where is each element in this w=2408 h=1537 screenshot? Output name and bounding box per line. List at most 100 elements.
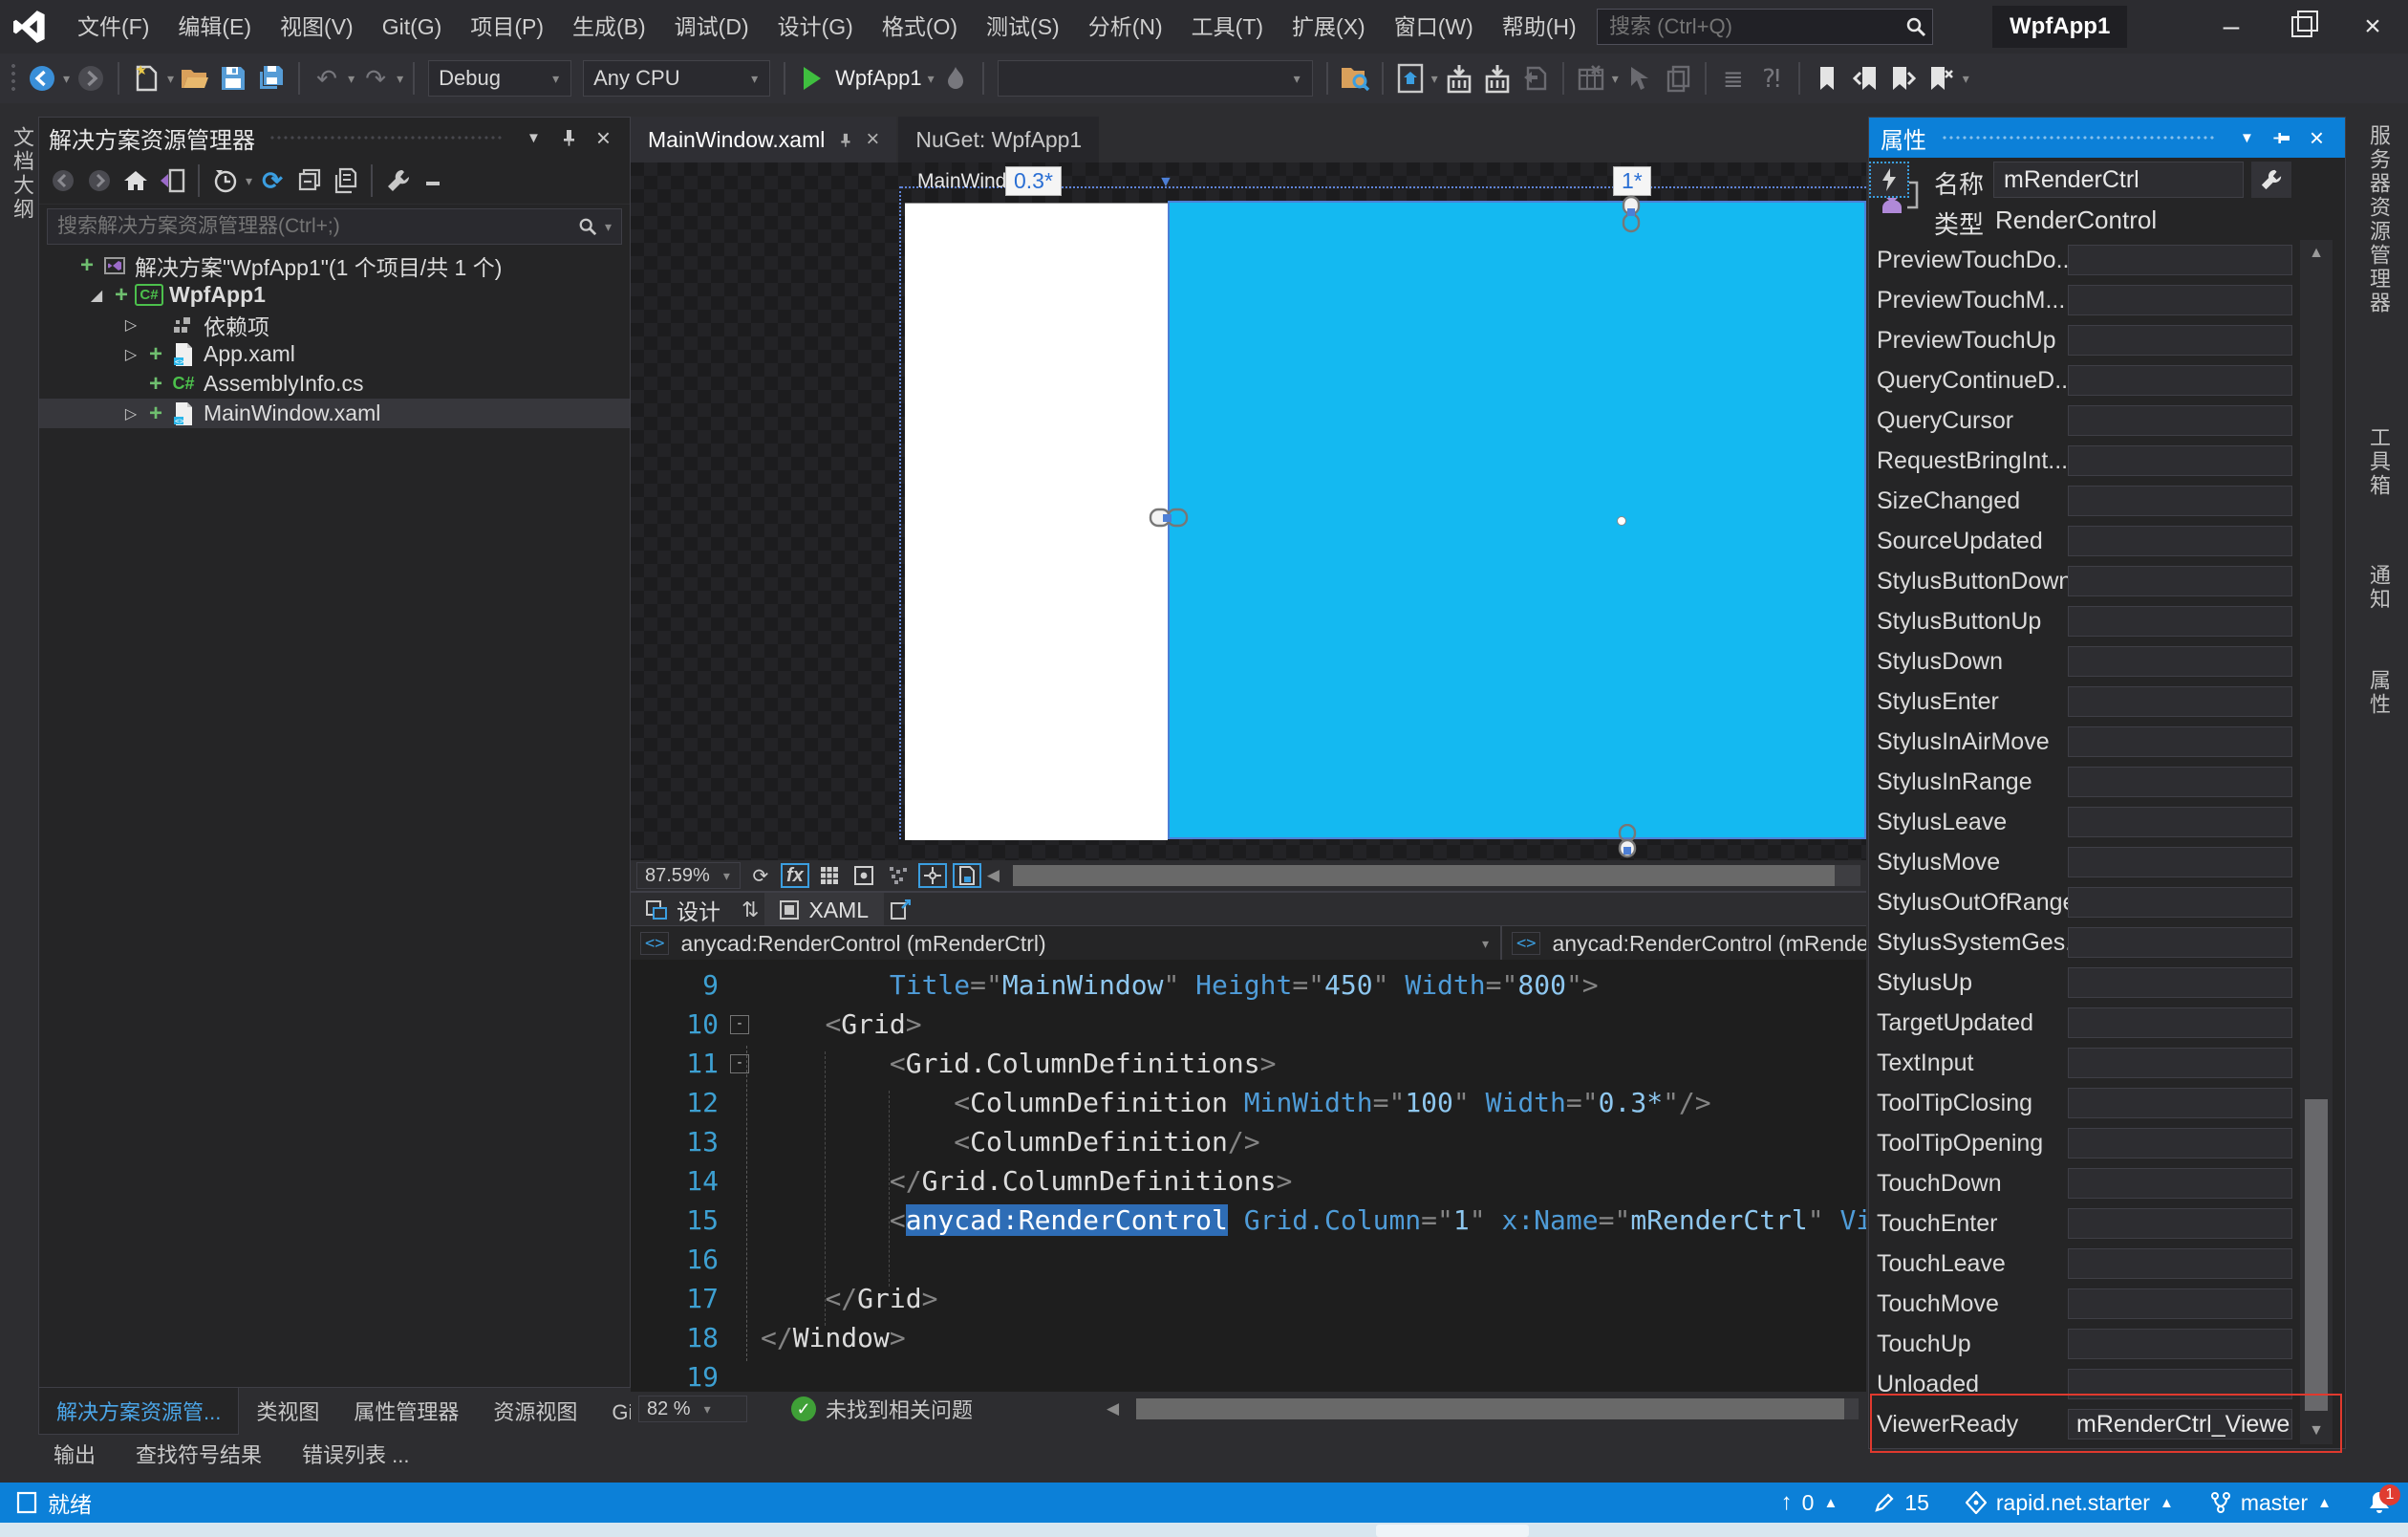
git-outgoing-commits[interactable]: ↑0▲ xyxy=(1781,1489,1838,1516)
element-name-input[interactable] xyxy=(1993,162,2244,198)
event-handler-input[interactable] xyxy=(2068,445,2292,476)
scrollbar-thumb[interactable] xyxy=(2305,1099,2328,1411)
column-anchor-chain-icon[interactable] xyxy=(1619,195,1644,237)
solution-platforms-combo[interactable]: Any CPU▾ xyxy=(583,60,770,97)
tree-item[interactable]: ▷+<>App.xaml xyxy=(39,339,630,369)
designer-zoom-combo[interactable]: 87.59%▾ xyxy=(636,862,741,889)
fold-marker[interactable]: - xyxy=(719,1044,761,1083)
code-line[interactable]: 18</Window> xyxy=(631,1318,1866,1357)
toggle-bookmark-icon[interactable] xyxy=(1810,59,1844,97)
solution-explorer-titlebar[interactable]: 解决方案资源管理器 ▼ × xyxy=(39,118,630,158)
event-handler-input[interactable] xyxy=(2068,1048,2292,1078)
git-pending-edits[interactable]: 15 xyxy=(1874,1490,1929,1516)
events-mode-bolt-icon[interactable] xyxy=(1869,162,1909,198)
startup-dropdown-icon[interactable]: ▾ xyxy=(928,71,935,87)
toolbar-grip[interactable] xyxy=(10,62,17,95)
snap-to-snaplines-icon[interactable] xyxy=(918,863,947,888)
navigate-forward-icon[interactable] xyxy=(74,59,108,97)
event-handler-input[interactable] xyxy=(2068,245,2292,275)
properties-titlebar[interactable]: 属性 ▼ × xyxy=(1869,118,2345,158)
event-handler-input[interactable] xyxy=(2068,1288,2292,1319)
column1-width-badge[interactable]: 1* xyxy=(1613,166,1651,196)
code-line[interactable]: 11- <Grid.ColumnDefinitions> xyxy=(631,1044,1866,1083)
tree-item[interactable]: ▷+<>MainWindow.xaml xyxy=(39,399,630,428)
menu-item[interactable]: 帮助(H) xyxy=(1488,0,1591,54)
tree-item[interactable]: ◢+C#WpfApp1 xyxy=(39,280,630,310)
search-icon[interactable] xyxy=(1896,16,1936,37)
previous-bookmark-icon[interactable] xyxy=(1848,59,1882,97)
export-settings-icon[interactable] xyxy=(1480,59,1515,97)
tab-design[interactable]: 设计 xyxy=(631,893,736,927)
menu-item[interactable]: 视图(V) xyxy=(266,0,368,54)
menu-item[interactable]: 分析(N) xyxy=(1074,0,1177,54)
pin-icon[interactable] xyxy=(2264,129,2300,146)
tab-xaml[interactable]: XAML xyxy=(764,893,884,927)
breadcrumb-left[interactable]: <> anycad:RenderControl (mRenderCtrl) ▾ xyxy=(631,926,1502,961)
menu-item[interactable]: 窗口(W) xyxy=(1380,0,1488,54)
tab-toolbox[interactable]: 工具箱 xyxy=(2363,426,2394,498)
quick-search-box[interactable] xyxy=(1597,9,1933,45)
scroll-left-icon[interactable]: ◀ xyxy=(1107,1399,1119,1418)
import-settings-icon[interactable] xyxy=(1442,59,1476,97)
code-line[interactable]: 16 xyxy=(631,1240,1866,1279)
refresh-icon[interactable]: ⟳ xyxy=(254,162,290,200)
scrollbar-thumb[interactable] xyxy=(1136,1398,1844,1419)
event-handler-input[interactable] xyxy=(2068,606,2292,637)
scroll-up-icon[interactable]: ▲ xyxy=(2300,240,2333,267)
event-handler-input[interactable] xyxy=(2068,1248,2292,1279)
search-icon[interactable] xyxy=(572,217,603,236)
close-icon[interactable]: × xyxy=(2300,123,2333,153)
menu-item[interactable]: 文件(F) xyxy=(63,0,163,54)
close-icon[interactable]: × xyxy=(587,123,620,153)
event-handler-input[interactable] xyxy=(2068,1007,2292,1038)
auto-hidden-tab[interactable]: 错误列表 ... xyxy=(302,1439,409,1469)
next-bookmark-icon[interactable] xyxy=(1886,59,1921,97)
toolbar-empty-combo[interactable]: ▾ xyxy=(998,60,1313,97)
menu-item[interactable]: 设计(G) xyxy=(763,0,868,54)
minimize-button[interactable]: – xyxy=(2196,0,2267,54)
git-branch-picker[interactable]: master▲ xyxy=(2210,1490,2332,1516)
pin-icon[interactable] xyxy=(550,129,587,146)
auto-hidden-tab[interactable]: 查找符号结果 xyxy=(136,1439,262,1469)
event-handler-input[interactable] xyxy=(2068,1329,2292,1359)
event-handler-input[interactable] xyxy=(2068,967,2292,998)
menu-item[interactable]: 编辑(E) xyxy=(163,0,266,54)
search-options-dropdown-icon[interactable]: ▾ xyxy=(605,219,619,235)
editor-horizontal-scrollbar[interactable] xyxy=(1136,1398,1859,1419)
code-line[interactable]: 15 <anycad:RenderControl Grid.Column="1"… xyxy=(631,1201,1866,1240)
menu-item[interactable]: 扩展(X) xyxy=(1278,0,1380,54)
event-handler-input[interactable] xyxy=(2068,646,2292,677)
event-handler-input[interactable] xyxy=(2068,285,2292,315)
code-line[interactable]: 17 </Grid> xyxy=(631,1279,1866,1318)
event-handler-input[interactable] xyxy=(2068,1168,2292,1199)
expander-icon[interactable]: ▷ xyxy=(118,345,144,364)
event-handler-input[interactable] xyxy=(2068,1128,2292,1158)
code-line[interactable]: 13 <ColumnDefinition/> xyxy=(631,1122,1866,1161)
menu-item[interactable]: 工具(T) xyxy=(1177,0,1278,54)
render-control-element[interactable] xyxy=(1168,201,1866,839)
code-line[interactable]: 19 xyxy=(631,1357,1866,1396)
properties-scrollbar[interactable]: ▲ ▼ xyxy=(2300,240,2333,1444)
event-handler-input[interactable] xyxy=(2068,405,2292,436)
background-tasks-icon[interactable] xyxy=(15,1490,38,1515)
code-line[interactable]: 14 </Grid.ColumnDefinitions> xyxy=(631,1161,1866,1201)
open-folder-icon[interactable] xyxy=(178,59,212,97)
bottom-panel-tab[interactable]: 解决方案资源管... xyxy=(38,1388,239,1435)
show-all-files-icon[interactable] xyxy=(327,162,363,200)
tab-properties[interactable]: 属性 xyxy=(2363,669,2394,717)
window-position-dropdown-icon[interactable]: ▼ xyxy=(2230,130,2264,146)
refresh-designer-icon[interactable]: ⟳ xyxy=(746,863,775,888)
properties-mode-wrench-icon[interactable] xyxy=(2251,162,2291,198)
bottom-panel-tab[interactable]: 资源视图 xyxy=(476,1388,594,1434)
event-handler-input[interactable] xyxy=(2068,486,2292,516)
event-handler-input[interactable] xyxy=(2068,686,2292,717)
menu-item[interactable]: 测试(S) xyxy=(972,0,1074,54)
find-in-files-icon[interactable] xyxy=(1338,59,1372,97)
editor-zoom-combo[interactable]: 82 %▾ xyxy=(638,1396,747,1422)
expander-icon[interactable]: ▷ xyxy=(118,404,144,423)
collapse-all-icon[interactable] xyxy=(290,162,327,200)
restore-button[interactable] xyxy=(2267,0,2337,54)
menu-item[interactable]: 调试(D) xyxy=(660,0,763,54)
tree-item[interactable]: ▷依赖项 xyxy=(39,310,630,339)
tab-server-explorer[interactable]: 服务器资源管理器 xyxy=(2363,124,2394,315)
